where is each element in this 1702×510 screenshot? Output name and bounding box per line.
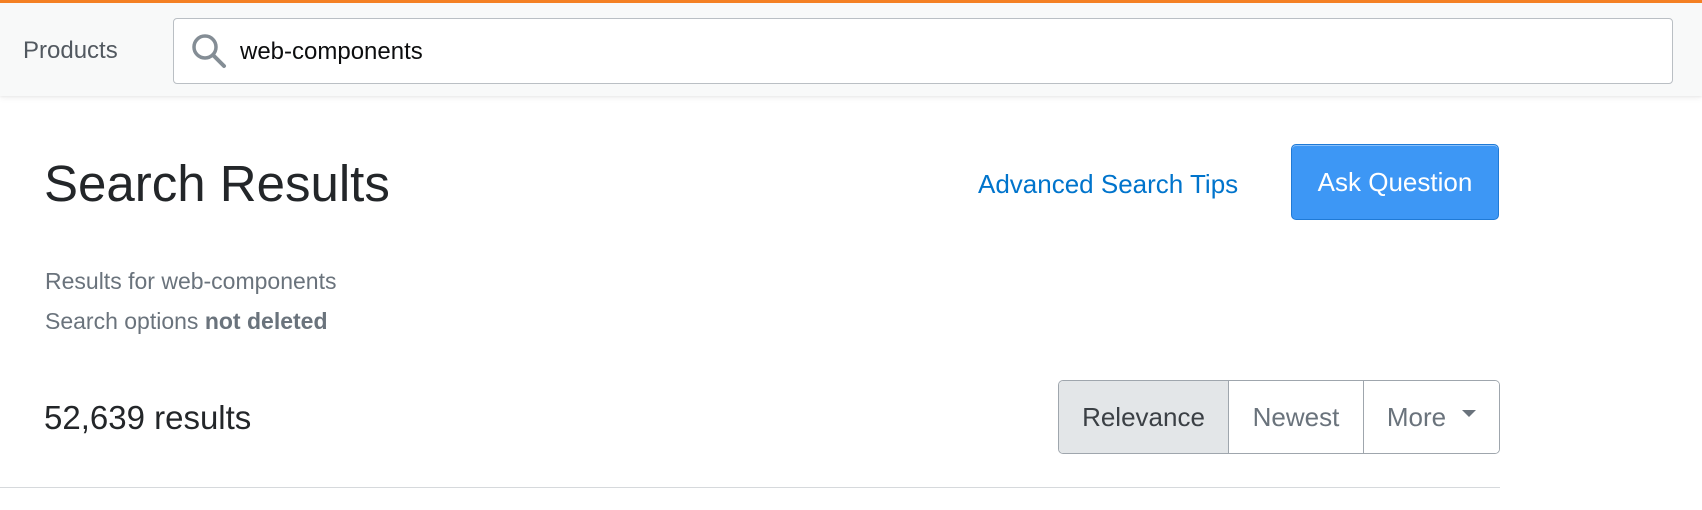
results-for-prefix: Results for: [45, 268, 155, 294]
results-count: 52,639 results: [44, 399, 252, 436]
sort-newest-button[interactable]: Newest: [1229, 381, 1364, 453]
products-menu[interactable]: Products: [23, 36, 118, 66]
search-options-text: Search options not deleted: [45, 306, 328, 336]
sort-more-dropdown[interactable]: More: [1364, 381, 1499, 453]
page-title: Search Results: [44, 155, 390, 212]
search-icon: [189, 31, 229, 71]
main-content: Search Results Advanced Search Tips Ask …: [0, 96, 1702, 510]
advanced-search-tips-link[interactable]: Advanced Search Tips: [978, 168, 1238, 200]
sort-relevance-label: Relevance: [1082, 401, 1205, 432]
top-bar: Products web-components: [0, 0, 1702, 96]
search-query-text[interactable]: web-components: [240, 37, 423, 67]
caret-down-icon: [1462, 409, 1477, 417]
divider: [0, 487, 1500, 488]
search-options-value: not deleted: [204, 308, 328, 334]
sort-newest-label: Newest: [1252, 401, 1340, 432]
results-for-text: Results for web-components: [45, 266, 336, 296]
sort-more-label: More: [1386, 401, 1447, 432]
sort-relevance-button[interactable]: Relevance: [1059, 381, 1229, 453]
search-input[interactable]: web-components: [173, 18, 1673, 84]
search-options-prefix: Search options: [45, 308, 199, 334]
sort-button-group: Relevance Newest More: [1058, 380, 1500, 454]
ask-question-button[interactable]: Ask Question: [1291, 144, 1499, 220]
results-for-query: web-components: [161, 268, 337, 294]
